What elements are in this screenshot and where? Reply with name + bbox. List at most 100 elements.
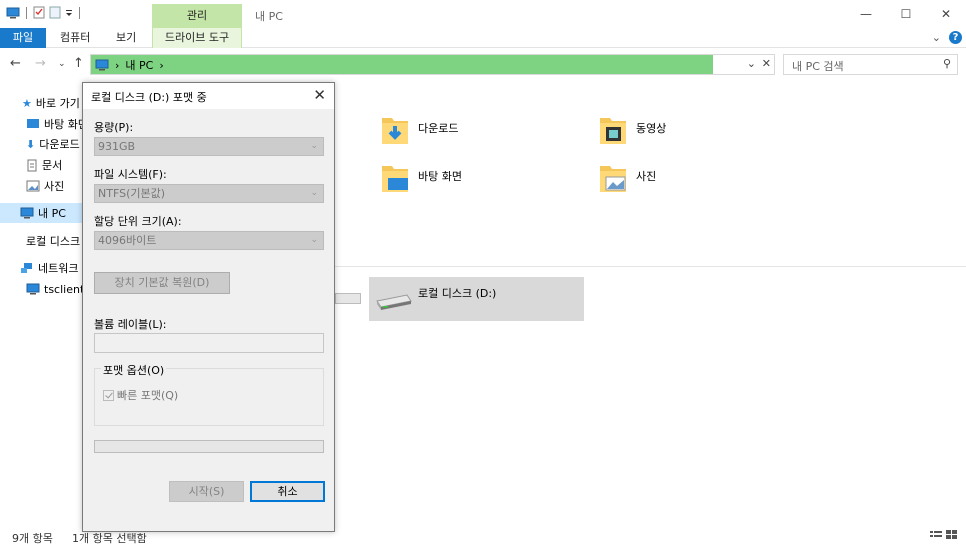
hard-drive-icon xyxy=(376,294,412,310)
breadcrumb-item-this-pc[interactable]: 내 PC xyxy=(125,57,153,73)
title-bar: 관리 내 PC — ☐ ✕ xyxy=(0,0,966,28)
network-icon xyxy=(21,263,32,273)
quick-access-toolbar xyxy=(6,6,82,19)
downloads-folder-icon xyxy=(382,118,408,144)
file-system-value: NTFS(기본값) xyxy=(98,187,166,200)
capacity-select[interactable]: 931GB ⌄ xyxy=(94,137,324,156)
address-bar[interactable]: › 내 PC › ⌄ ✕ xyxy=(90,54,775,75)
start-button[interactable]: 시작(S) xyxy=(169,481,244,502)
restore-defaults-button[interactable]: 장치 기본값 복원(D) xyxy=(94,272,230,294)
back-arrow-icon[interactable]: ← xyxy=(10,56,21,71)
new-folder-icon[interactable] xyxy=(49,6,61,19)
folder-downloads[interactable]: 다운로드 xyxy=(380,114,458,146)
folder-pictures[interactable]: 사진 xyxy=(598,162,656,194)
ribbon-expand-icon[interactable]: ⌄ xyxy=(932,31,941,44)
nav-item-label: tsclient xyxy=(44,282,85,296)
content-pane: 다운로드 동영상 바탕 화면 사진 로컬 디스크 (D:) xyxy=(335,90,966,520)
close-button[interactable]: ✕ xyxy=(926,0,966,28)
nav-item-label: 문서 xyxy=(42,159,63,172)
cancel-button[interactable]: 취소 xyxy=(250,481,325,502)
up-arrow-icon[interactable]: ↑ xyxy=(73,56,84,71)
desktop-icon xyxy=(27,119,39,128)
tab-view[interactable]: 보기 xyxy=(116,28,136,48)
address-progress-fill xyxy=(91,55,713,74)
quick-format-checkbox[interactable]: 빠른 포맷(Q) xyxy=(103,387,178,403)
window-title: 내 PC xyxy=(255,10,283,23)
ribbon-tabs: 파일 컴퓨터 보기 드라이브 도구 ⌄ ? xyxy=(0,28,966,48)
breadcrumb: › 내 PC › xyxy=(95,57,164,73)
chevron-down-icon: ⌄ xyxy=(310,141,318,151)
address-dropdown-chevron-icon[interactable]: ⌄ xyxy=(747,57,756,70)
file-system-select[interactable]: NTFS(기본값) ⌄ xyxy=(94,184,324,203)
folder-label: 동영상 xyxy=(636,122,667,135)
tab-file[interactable]: 파일 xyxy=(0,28,46,48)
format-progress-bar xyxy=(94,440,324,453)
checkbox-checked-icon xyxy=(103,389,114,401)
toolbar-separator xyxy=(26,6,27,19)
computer-icon xyxy=(20,207,34,219)
nav-item-label: 네트워크 xyxy=(38,262,79,275)
breadcrumb-separator[interactable]: › xyxy=(115,59,119,72)
search-placeholder: 내 PC 검색 xyxy=(792,60,844,73)
forward-arrow-icon[interactable]: → xyxy=(35,56,46,71)
status-selected-count: 1개 항목 선택함 xyxy=(72,532,147,545)
nav-item-label: 내 PC xyxy=(38,207,66,220)
folder-label: 사진 xyxy=(636,170,657,183)
search-box[interactable]: 내 PC 검색 ⚲ xyxy=(783,54,958,75)
section-divider xyxy=(335,266,966,267)
help-icon[interactable]: ? xyxy=(949,31,962,44)
customize-toolbar-icon[interactable] xyxy=(65,8,73,18)
drive-local-disk-d[interactable]: 로컬 디스크 (D:) xyxy=(369,277,584,321)
nav-item-label: 다운로드 xyxy=(39,138,80,151)
dialog-title: 로컬 디스크 (D:) 포맷 중 xyxy=(91,91,207,104)
quick-format-label: 빠른 포맷(Q) xyxy=(117,389,179,402)
status-item-count: 9개 항목 xyxy=(12,532,53,545)
nav-item-this-pc[interactable]: 내 PC xyxy=(0,203,82,223)
allocation-size-label: 할당 단위 크기(A): xyxy=(94,215,182,228)
search-icon[interactable]: ⚲ xyxy=(943,57,951,70)
folder-desktop[interactable]: 바탕 화면 xyxy=(380,162,462,194)
format-dialog: 로컬 디스크 (D:) 포맷 중 ✕ 용량(P): 931GB ⌄ 파일 시스템… xyxy=(82,82,335,532)
pictures-folder-icon xyxy=(600,166,626,192)
navigation-pane: ★ 바로 가기 바탕 화면 ⬇ 다운로드 문서 사진 내 PC 로컬 디스크 (… xyxy=(0,90,104,520)
folder-label: 바탕 화면 xyxy=(418,170,462,183)
capacity-label: 용량(P): xyxy=(94,121,134,134)
folder-label: 다운로드 xyxy=(418,122,459,135)
toolbar-separator xyxy=(79,6,80,19)
format-options-label: 포맷 옵션(O) xyxy=(101,362,167,378)
pictures-icon xyxy=(26,180,40,192)
star-icon: ★ xyxy=(22,96,32,110)
tab-drive-tools[interactable]: 드라이브 도구 xyxy=(152,28,242,48)
folder-videos[interactable]: 동영상 xyxy=(598,114,666,146)
chevron-down-icon: ⌄ xyxy=(310,235,318,245)
properties-icon[interactable] xyxy=(33,6,45,19)
chevron-down-icon: ⌄ xyxy=(310,188,318,198)
drive-label: 로컬 디스크 (D:) xyxy=(418,287,497,300)
ribbon-right-controls: ⌄ ? xyxy=(932,31,962,44)
maximize-button[interactable]: ☐ xyxy=(886,0,926,28)
nav-item-label: 사진 xyxy=(44,180,65,193)
volume-label-input[interactable] xyxy=(94,333,324,353)
nav-item-label: 바로 가기 xyxy=(35,97,80,110)
network-computer-icon xyxy=(26,283,40,295)
recent-locations-chevron-icon[interactable]: ⌄ xyxy=(58,59,66,69)
navigation-bar: ← → ⌄ ↑ › 내 PC › ⌄ ✕ 내 PC 검색 ⚲ xyxy=(0,50,966,78)
details-view-icon[interactable] xyxy=(930,530,942,540)
dialog-close-button[interactable]: ✕ xyxy=(313,86,326,104)
computer-icon[interactable] xyxy=(6,7,20,19)
drive-space-bar xyxy=(335,293,361,304)
capacity-value: 931GB xyxy=(98,140,136,153)
volume-label-label: 볼륨 레이블(L): xyxy=(94,318,167,331)
breadcrumb-separator[interactable]: › xyxy=(159,59,163,72)
address-clear-icon[interactable]: ✕ xyxy=(762,57,771,70)
computer-icon xyxy=(95,59,109,71)
allocation-size-select[interactable]: 4096바이트 ⌄ xyxy=(94,231,324,250)
minimize-button[interactable]: — xyxy=(846,0,886,28)
videos-folder-icon xyxy=(600,118,626,144)
tab-computer[interactable]: 컴퓨터 xyxy=(60,28,90,48)
format-options-group: 포맷 옵션(O) 빠른 포맷(Q) xyxy=(94,362,324,426)
allocation-size-value: 4096바이트 xyxy=(98,234,157,247)
view-toggle xyxy=(930,530,958,540)
context-tab-group-manage: 관리 xyxy=(152,4,242,28)
tiles-view-icon[interactable] xyxy=(946,530,958,540)
